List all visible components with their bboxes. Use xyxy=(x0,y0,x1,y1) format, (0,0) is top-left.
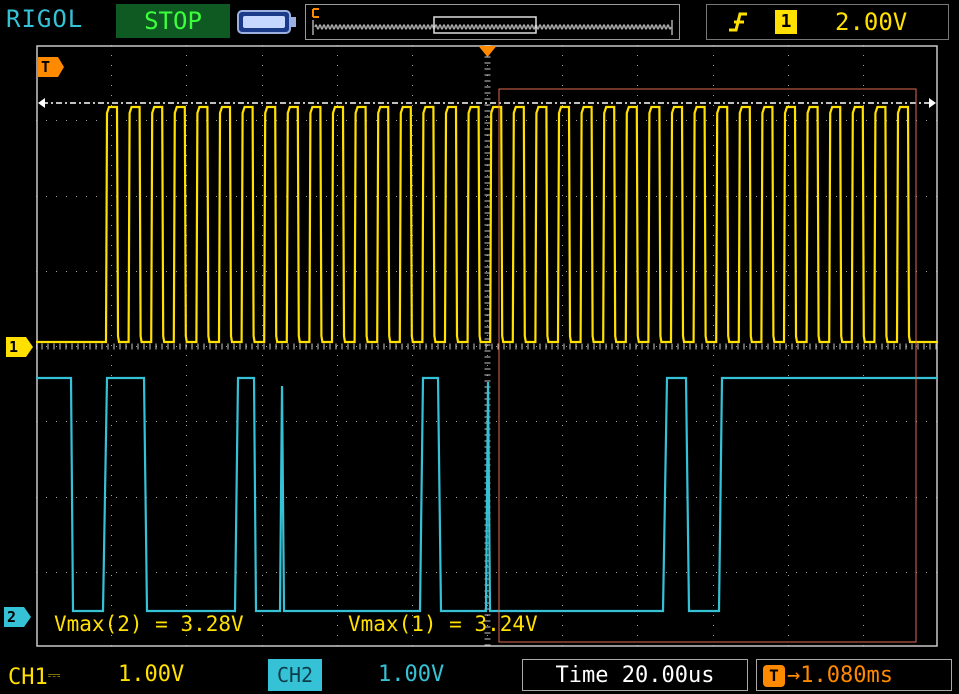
measurement-vmax-ch1: Vmax(1) = 3.24V xyxy=(348,612,538,636)
run-stop-indicator[interactable]: STOP xyxy=(116,4,230,38)
brand-logo: RIGOL xyxy=(6,5,84,33)
ch1-ground-marker[interactable]: 1 xyxy=(6,337,34,357)
trigger-source-badge: 1 xyxy=(775,10,797,34)
measurement-value: 3.28V xyxy=(180,612,244,636)
trigger-offset-value: 1.080ms xyxy=(800,663,893,688)
battery-icon xyxy=(236,8,298,40)
trigger-panel[interactable]: 1 2.00V xyxy=(706,4,949,40)
memory-position-bar[interactable] xyxy=(305,4,680,40)
ch2-volts-div[interactable]: 1.00V xyxy=(378,659,444,691)
measurement-vmax-ch2: Vmax(2) = 3.28V xyxy=(54,612,244,636)
trigger-offset-icon: T xyxy=(763,665,785,687)
measurement-label: Vmax(2) xyxy=(54,612,143,636)
ch2-waveform xyxy=(36,376,938,613)
status-bar: RIGOL STOP 1 2.00V xyxy=(0,0,959,44)
timebase-value: 20.00us xyxy=(621,663,715,688)
trigger-level: 2.00V xyxy=(835,8,908,36)
trigger-offset-readout[interactable]: T →1.080ms xyxy=(756,659,952,691)
timebase-readout[interactable]: Time 20.00us xyxy=(522,659,748,691)
ch1-label[interactable]: CH1⎓ xyxy=(8,659,61,691)
ch2-label[interactable]: CH2 xyxy=(268,659,322,691)
measurement-label: Vmax(1) xyxy=(348,612,437,636)
dc-coupling-icon: ⎓ xyxy=(47,665,61,684)
measurement-value: 3.24V xyxy=(474,612,538,636)
ch1-volts-div[interactable]: 1.00V xyxy=(118,659,184,691)
trigger-time-marker[interactable]: T xyxy=(38,57,66,77)
rising-edge-icon xyxy=(727,8,749,40)
trigger-position-marker[interactable] xyxy=(478,46,497,57)
timebase-label: Time xyxy=(555,663,609,688)
ch2-ground-marker[interactable]: 2 xyxy=(4,607,32,627)
waveform-display[interactable] xyxy=(35,44,938,647)
bottom-status-bar: CH1⎓ 1.00V CH2 1.00V Time 20.00us T →1.08… xyxy=(0,653,959,693)
